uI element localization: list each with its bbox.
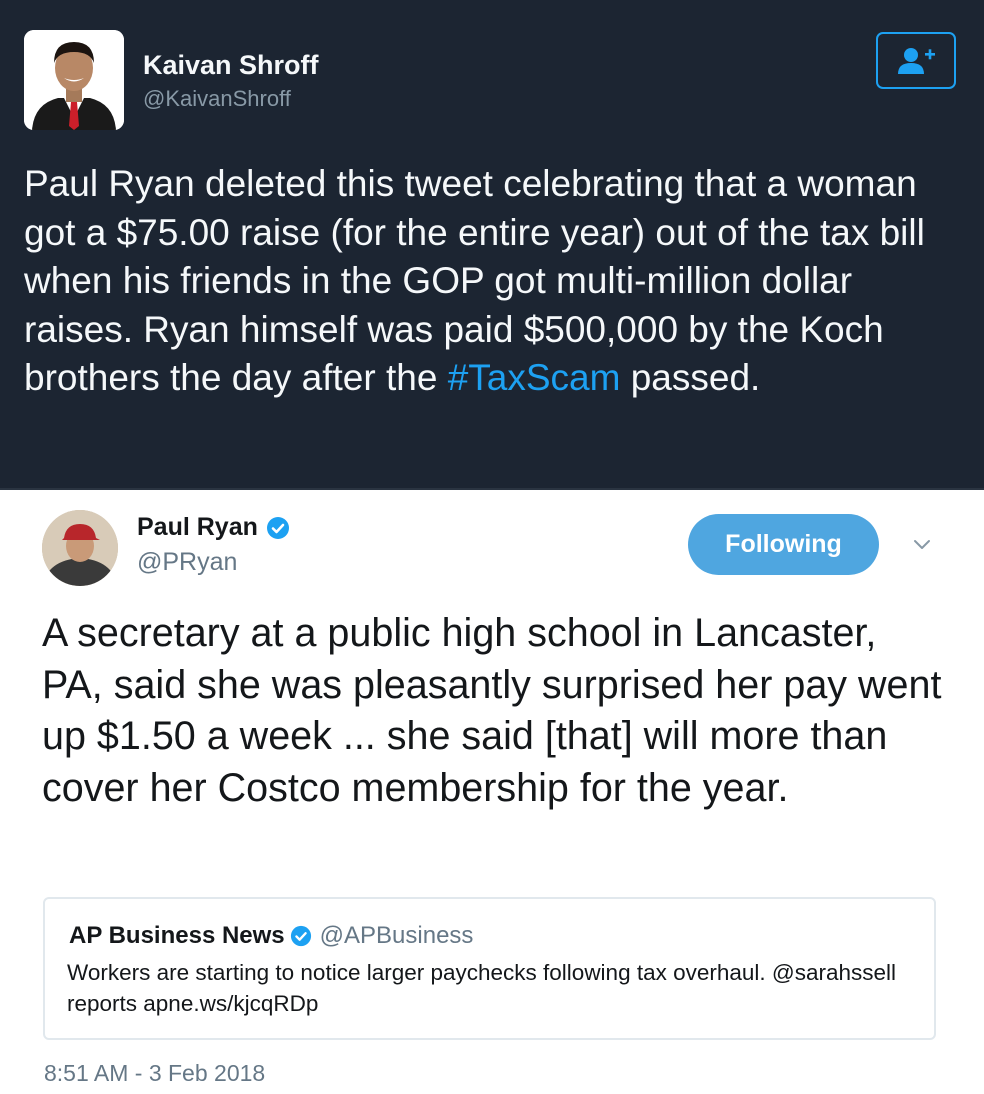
embedded-tweet-text: A secretary at a public high school in L…	[42, 611, 942, 810]
following-button[interactable]: Following	[688, 514, 879, 575]
hashtag-link[interactable]: #TaxScam	[448, 357, 621, 398]
embedded-author-name[interactable]: Paul Ryan	[137, 513, 258, 542]
quoted-tweet-text: Workers are starting to notice larger pa…	[67, 960, 897, 1016]
author-handle[interactable]: @KaivanShroff	[143, 86, 291, 112]
tweet-timestamp[interactable]: 8:51 AM - 3 Feb 2018	[44, 1060, 265, 1087]
tweet-text: Paul Ryan deleted this tweet celebrating…	[24, 160, 964, 403]
verified-badge-icon	[290, 925, 311, 947]
quoted-tweet-card[interactable]: AP Business News @APBusiness Workers are…	[43, 897, 936, 1040]
quoted-author-row: AP Business News @APBusiness	[69, 922, 473, 950]
chevron-down-icon[interactable]	[910, 534, 934, 554]
kaivan-avatar[interactable]	[24, 30, 124, 130]
quoted-author-name: AP Business News	[69, 922, 285, 949]
follow-button[interactable]	[876, 32, 956, 89]
paul-ryan-avatar[interactable]	[42, 510, 118, 586]
verified-badge-icon	[266, 516, 289, 539]
outer-tweet: Kaivan Shroff @KaivanShroff Paul Ryan de…	[0, 0, 984, 488]
quoted-author-handle: @APBusiness	[319, 922, 474, 949]
embedded-author-handle[interactable]: @PRyan	[137, 548, 237, 577]
tweet-text-end: passed.	[620, 357, 761, 398]
embedded-tweet-screenshot: Paul Ryan @PRyan Following A secretary a…	[0, 488, 984, 1094]
embedded-author-row: Paul Ryan	[137, 513, 290, 542]
add-user-icon	[898, 47, 935, 74]
author-name[interactable]: Kaivan Shroff	[143, 50, 319, 81]
